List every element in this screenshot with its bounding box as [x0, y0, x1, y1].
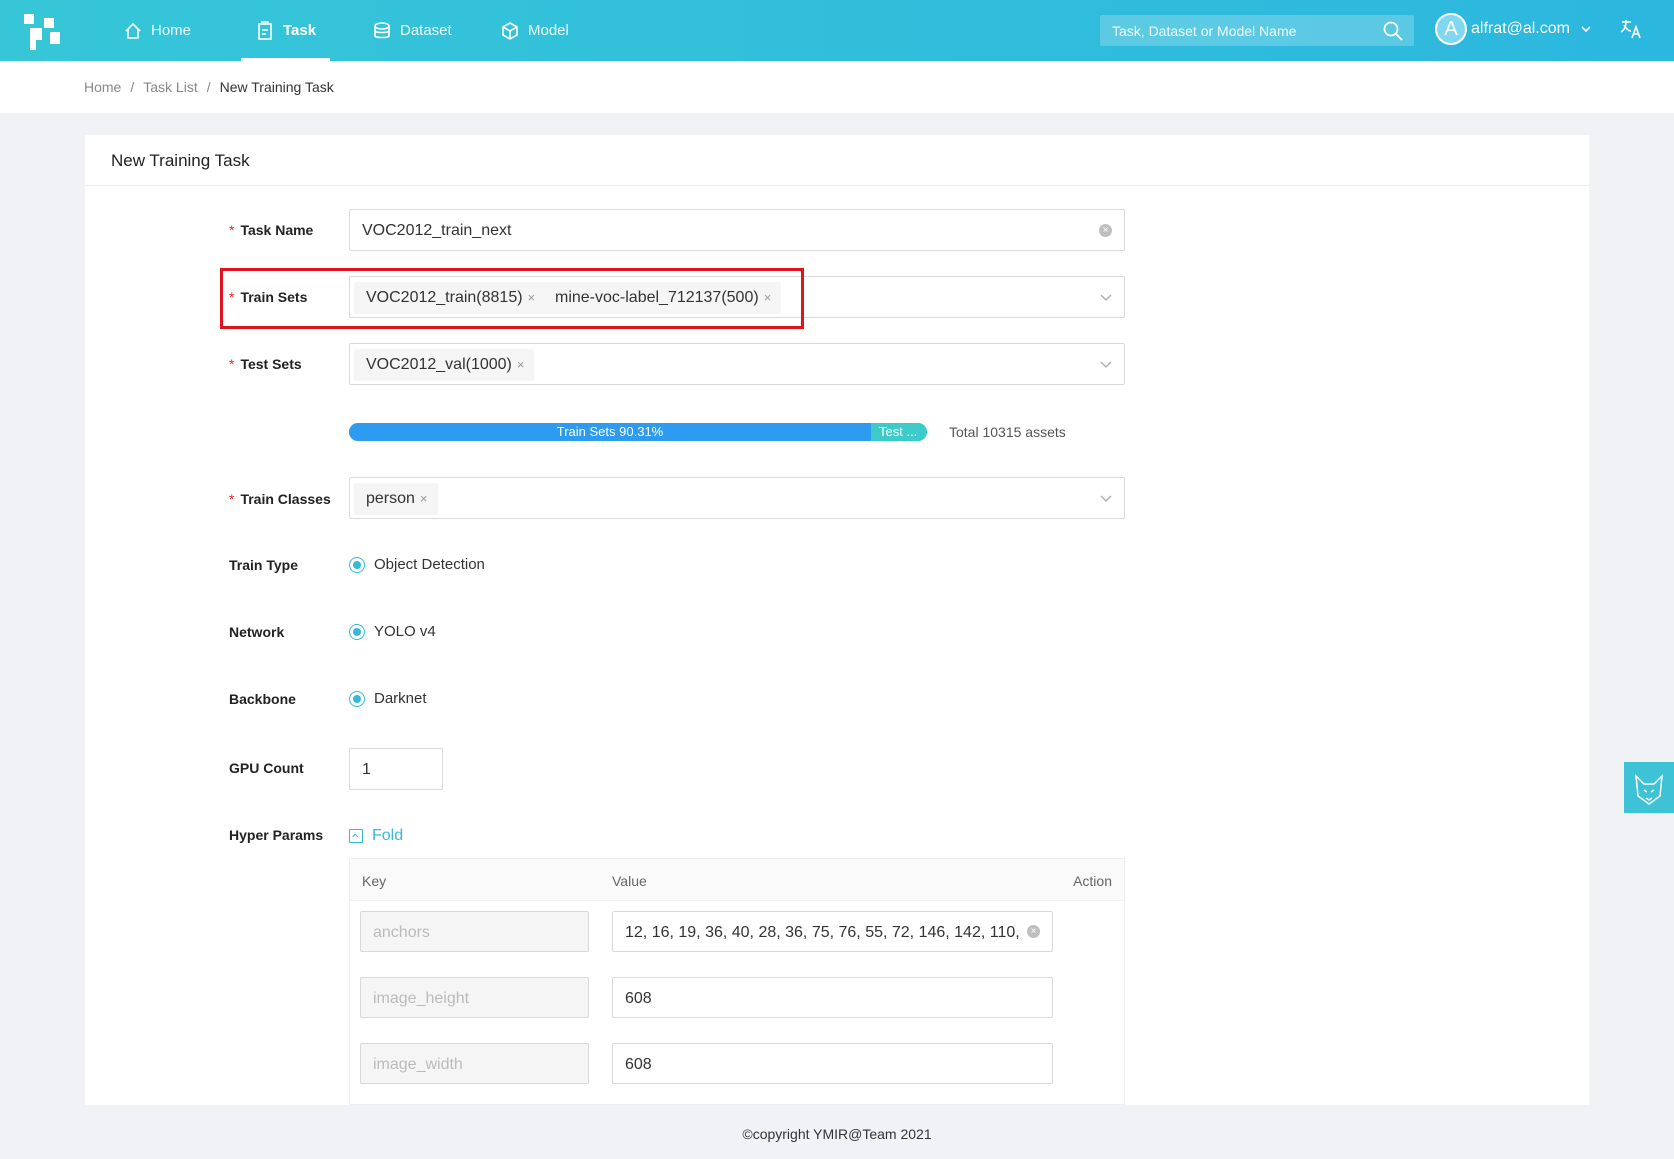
task-name-label-text: Task Name [240, 222, 314, 238]
dataset-icon [374, 21, 390, 38]
param-key-input: image_height [360, 977, 589, 1018]
param-value-text: 12, 16, 19, 36, 40, 28, 36, 75, 76, 55, … [625, 924, 1020, 941]
test-sets-select[interactable]: VOC2012_val(1000) × [349, 343, 1125, 385]
nav-home[interactable]: Home [123, 0, 191, 61]
train-classes-label-text: Train Classes [240, 491, 331, 507]
search-icon[interactable] [1382, 20, 1404, 42]
radio-selected-icon[interactable] [349, 556, 365, 573]
required-marker: * [229, 491, 235, 507]
train-class-tag: person × [354, 483, 438, 515]
robot-fox-icon [1635, 773, 1663, 805]
nav-dataset-label: Dataset [400, 22, 452, 39]
nav-dataset[interactable]: Dataset [372, 0, 452, 61]
gpu-count-label: GPU Count [229, 760, 304, 776]
gpu-count-input[interactable]: 1 [349, 748, 443, 790]
breadcrumb: Home / Task List / New Training Task [84, 79, 334, 95]
param-value-input[interactable]: 12, 16, 19, 36, 40, 28, 36, 75, 76, 55, … [612, 911, 1053, 952]
chevron-down-icon[interactable] [1580, 24, 1592, 34]
chevron-up-icon [349, 829, 363, 843]
radio-selected-icon[interactable] [349, 623, 365, 640]
train-test-ratio-bar: Train Sets 90.31% Test ... [349, 423, 927, 441]
breadcrumb-home[interactable]: Home [84, 79, 121, 95]
train-classes-select[interactable]: person × [349, 477, 1125, 519]
hyper-params-label: Hyper Params [229, 827, 324, 843]
assistant-float-button[interactable] [1624, 762, 1674, 813]
table-header: Key Value Action [350, 859, 1124, 901]
clear-icon[interactable]: × [1027, 925, 1040, 938]
total-assets: Total 10315 assets [949, 424, 1066, 440]
nav-home-label: Home [151, 22, 192, 39]
chevron-down-icon[interactable] [1100, 359, 1112, 369]
hyper-params-table: Key Value Action anchors 12, 16, 19, 36,… [349, 858, 1125, 1105]
search-placeholder: Task, Dataset or Model Name [1112, 23, 1297, 39]
task-name-label: * Task Name [229, 222, 313, 238]
param-value-input[interactable]: 608 [612, 977, 1053, 1018]
task-name-value: VOC2012_train_next [362, 222, 512, 239]
required-marker: * [229, 356, 235, 372]
column-header-key: Key [362, 873, 387, 889]
train-class-tag-label: person [366, 490, 415, 507]
radio-selected-icon[interactable] [349, 690, 365, 707]
gpu-count-value: 1 [362, 761, 371, 778]
required-marker: * [229, 222, 235, 238]
task-icon [258, 20, 272, 40]
remove-tag-icon[interactable]: × [420, 491, 428, 506]
test-set-tag-label: VOC2012_val(1000) [366, 356, 512, 373]
train-classes-label: * Train Classes [229, 491, 331, 507]
nav-task[interactable]: Task [240, 0, 331, 61]
breadcrumb-bar: Home / Task List / New Training Task [0, 61, 1674, 113]
ymir-logo[interactable] [20, 10, 64, 52]
nav-task-label: Task [283, 22, 317, 39]
global-search-input[interactable]: Task, Dataset or Model Name [1100, 15, 1414, 46]
nav-model-label: Model [528, 22, 569, 39]
page-title: New Training Task [85, 135, 1589, 186]
train-type-radio[interactable]: Object Detection [349, 556, 485, 573]
breadcrumb-current: New Training Task [219, 79, 334, 95]
param-key-input: image_width [360, 1043, 589, 1084]
remove-tag-icon[interactable]: × [517, 357, 525, 372]
chevron-down-icon[interactable] [1100, 493, 1112, 503]
train-type-label: Train Type [229, 557, 298, 573]
avatar[interactable]: A [1435, 13, 1467, 45]
test-sets-label-text: Test Sets [240, 356, 302, 372]
task-name-input[interactable]: VOC2012_train_next × [349, 209, 1125, 251]
top-navbar: Home Task Dataset Model Task, Dataset or… [0, 0, 1674, 61]
train-type-value: Object Detection [374, 556, 485, 573]
home-icon [125, 22, 141, 39]
breadcrumb-task-list[interactable]: Task List [143, 79, 197, 95]
model-icon [502, 21, 518, 40]
backbone-value: Darknet [374, 690, 427, 707]
backbone-radio[interactable]: Darknet [349, 690, 427, 707]
nav-model[interactable]: Model [500, 0, 569, 61]
fold-label: Fold [372, 827, 404, 844]
language-icon[interactable] [1618, 16, 1644, 42]
test-set-tag: VOC2012_val(1000) × [354, 349, 535, 381]
backbone-label: Backbone [229, 691, 296, 707]
train-ratio-segment: Train Sets 90.31% [349, 423, 871, 441]
network-label: Network [229, 624, 285, 640]
network-value: YOLO v4 [374, 623, 436, 640]
param-key-input: anchors [360, 911, 589, 952]
network-radio[interactable]: YOLO v4 [349, 623, 436, 640]
train-sets-highlight-box [220, 268, 804, 329]
column-header-value: Value [612, 873, 647, 889]
user-email[interactable]: alfrat@al.com [1471, 20, 1570, 38]
param-value-input[interactable]: 608 [612, 1043, 1053, 1084]
breadcrumb-separator: / [206, 79, 211, 95]
column-header-action: Action [1073, 873, 1112, 889]
fold-toggle[interactable]: Fold [349, 827, 403, 845]
test-ratio-segment: Test ... [871, 423, 927, 441]
clear-icon[interactable]: × [1099, 224, 1112, 237]
test-sets-label: * Test Sets [229, 356, 302, 372]
footer-copyright: ©copyright YMIR@Team 2021 [742, 1126, 932, 1142]
breadcrumb-separator: / [130, 79, 135, 95]
chevron-down-icon[interactable] [1100, 292, 1112, 302]
